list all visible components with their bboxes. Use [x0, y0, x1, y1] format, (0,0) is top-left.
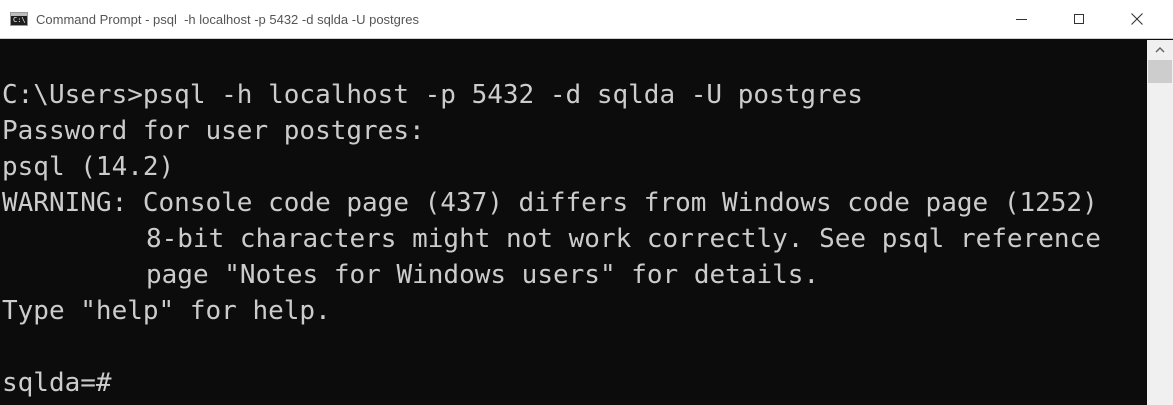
command-prompt-window: C:\ Command Prompt - psql -h localhost -… [0, 0, 1173, 405]
maximize-icon [1074, 14, 1084, 24]
window-title: Command Prompt - psql -h localhost -p 54… [36, 12, 419, 27]
vertical-scrollbar[interactable] [1147, 40, 1173, 405]
console-line-version: psql (14.2) [2, 152, 175, 182]
scrollbar-thumb[interactable] [1148, 60, 1172, 83]
scroll-up-arrow-icon [1155, 47, 1165, 53]
maximize-button[interactable] [1056, 0, 1102, 38]
console-line-prompt[interactable]: sqlda=# [2, 365, 112, 401]
minimize-button[interactable] [998, 0, 1044, 38]
console-line-warning-cont-2: page "Notes for Windows users" for detai… [146, 260, 820, 290]
console-line-help-hint: Type "help" for help. [2, 296, 331, 326]
title-bar[interactable]: C:\ Command Prompt - psql -h localhost -… [0, 0, 1173, 39]
cmd-icon: C:\ [10, 12, 28, 26]
close-button[interactable] [1114, 0, 1160, 38]
console-line-warning: WARNING: Console code page (437) differs… [2, 188, 1098, 218]
scroll-up-button[interactable] [1147, 40, 1173, 60]
console-line-warning-cont-1: 8-bit characters might not work correctl… [146, 224, 1101, 254]
close-icon [1131, 13, 1143, 25]
console-output[interactable]: C:\Users>psql -h localhost -p 5432 -d sq… [0, 40, 1147, 405]
minimize-icon [1015, 18, 1027, 20]
console-line-password-prompt: Password for user postgres: [2, 116, 425, 146]
console-line-command: C:\Users>psql -h localhost -p 5432 -d sq… [2, 80, 863, 110]
